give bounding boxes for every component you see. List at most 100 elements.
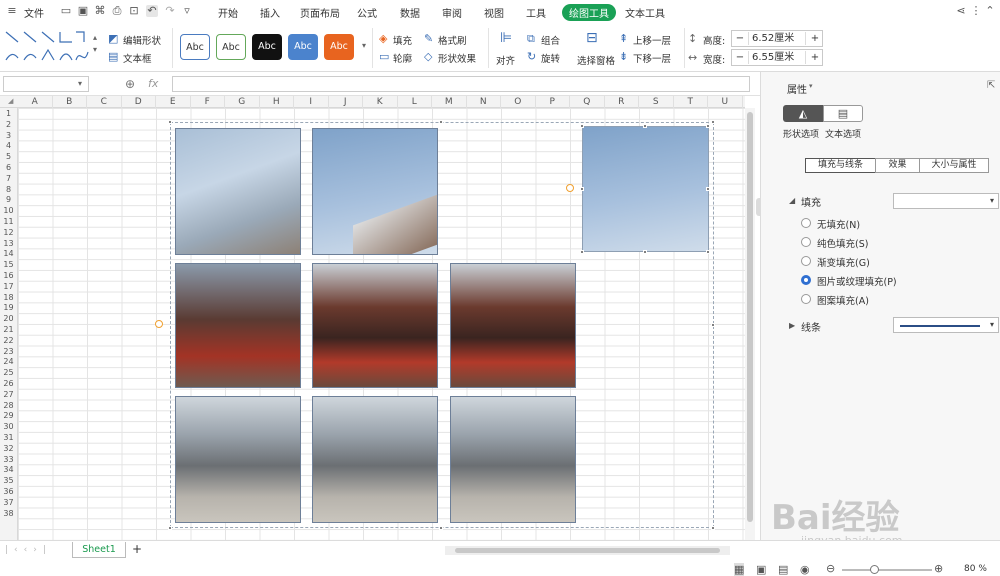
- column-header-cell[interactable]: Q: [570, 96, 605, 108]
- width-decrease-button[interactable]: −: [733, 50, 747, 65]
- quick-access-dropdown-icon[interactable]: ▿: [181, 5, 193, 17]
- row-header-cell[interactable]: 38: [0, 509, 17, 519]
- photo-crowd-right[interactable]: [450, 396, 576, 523]
- row-header-cell[interactable]: 13: [0, 239, 17, 249]
- sky-handle-n[interactable]: [643, 124, 647, 128]
- resize-handle-ne[interactable]: [711, 120, 715, 124]
- gallery-scroll-icon[interactable]: ▴ ▾: [93, 32, 97, 56]
- row-header-cell[interactable]: 20: [0, 314, 17, 324]
- tab-review[interactable]: 审阅: [442, 5, 462, 20]
- sky-handle-s[interactable]: [643, 250, 647, 254]
- shape-effect-button[interactable]: 形状效果: [438, 51, 476, 65]
- row-header-cell[interactable]: 10: [0, 206, 17, 216]
- text-options-icon[interactable]: ▤: [823, 105, 863, 122]
- tab-home[interactable]: 开始: [218, 5, 238, 20]
- zoom-slider-thumb[interactable]: [870, 565, 879, 574]
- column-header-cell[interactable]: N: [467, 96, 501, 108]
- print-icon[interactable]: ⎙: [111, 5, 123, 17]
- align-button[interactable]: 对齐: [496, 53, 515, 67]
- row-header-cell[interactable]: 24: [0, 357, 17, 367]
- outline-button[interactable]: 轮廓: [393, 51, 412, 65]
- resize-handle-sw[interactable]: [168, 526, 172, 530]
- width-stepper[interactable]: − 6.55厘米 +: [731, 49, 823, 66]
- radio-pattern-fill[interactable]: [801, 294, 811, 304]
- panel-pin-icon[interactable]: ⇱: [987, 80, 995, 91]
- photo-temple-tree[interactable]: [175, 263, 301, 388]
- row-header-cell[interactable]: 21: [0, 325, 17, 335]
- share-icon[interactable]: ⋖: [955, 5, 967, 17]
- column-header-cell[interactable]: L: [398, 96, 432, 108]
- page-layout-view-icon[interactable]: ▣: [756, 563, 766, 576]
- resize-handle-n[interactable]: [439, 120, 443, 124]
- sky-handle-ne[interactable]: [706, 124, 710, 128]
- name-box[interactable]: ▾: [3, 76, 89, 92]
- edit-shape-button[interactable]: 编辑形状: [123, 33, 161, 47]
- row-header-cell[interactable]: 15: [0, 260, 17, 270]
- row-header-cell[interactable]: 23: [0, 347, 17, 357]
- format-brush-button[interactable]: 格式刷: [438, 33, 467, 47]
- zoom-slider[interactable]: [842, 565, 932, 574]
- column-header-cell[interactable]: F: [191, 96, 225, 108]
- row-header-cell[interactable]: 8: [0, 185, 17, 195]
- group-button[interactable]: 组合: [541, 33, 560, 47]
- resize-handle-e[interactable]: [711, 323, 715, 327]
- photo-temple-center[interactable]: [312, 263, 438, 388]
- column-header-cell[interactable]: E: [156, 96, 191, 108]
- row-header-cell[interactable]: 31: [0, 433, 17, 443]
- height-stepper[interactable]: − 6.52厘米 +: [731, 30, 823, 47]
- tab-page-layout[interactable]: 页面布局: [300, 5, 340, 20]
- style-gallery-more-icon[interactable]: ▾: [362, 40, 366, 52]
- fill-dropdown-arrow-icon[interactable]: ▾: [990, 196, 994, 205]
- row-header-cell[interactable]: 32: [0, 444, 17, 454]
- column-header-cell[interactable]: J: [329, 96, 363, 108]
- seg-fill-line[interactable]: 填充与线条: [805, 158, 876, 173]
- format-painter-icon[interactable]: ⌘: [94, 5, 106, 17]
- photo-crowd-left[interactable]: [175, 396, 301, 523]
- vertical-scroll-thumb[interactable]: [747, 112, 753, 522]
- row-header-cell[interactable]: 17: [0, 282, 17, 292]
- radio-gradient-fill[interactable]: [801, 256, 811, 266]
- label-gradient-fill[interactable]: 渐变填充(G): [817, 255, 870, 269]
- selection-pane-button[interactable]: 选择窗格: [577, 53, 615, 67]
- column-header-cell[interactable]: M: [432, 96, 467, 108]
- shape-style-4[interactable]: Abc: [288, 34, 318, 60]
- hamburger-menu-icon[interactable]: ≡: [6, 5, 18, 17]
- select-all-icon[interactable]: ◢: [8, 97, 13, 105]
- row-header-cell[interactable]: 35: [0, 476, 17, 486]
- row-header-cell[interactable]: 3: [0, 131, 17, 141]
- save-icon[interactable]: ▣: [77, 5, 89, 17]
- rotation-handle[interactable]: [155, 320, 163, 328]
- row-header-cell[interactable]: 33: [0, 455, 17, 465]
- seg-effect[interactable]: 效果: [875, 158, 920, 173]
- row-header-cell[interactable]: 29: [0, 411, 17, 421]
- text-box-button[interactable]: 文本框: [123, 51, 152, 65]
- collapse-ribbon-icon[interactable]: ⌃: [984, 5, 996, 17]
- tab-text-options[interactable]: 文本选项: [825, 127, 861, 140]
- formula-input[interactable]: [172, 76, 750, 92]
- column-header-cell[interactable]: I: [294, 96, 329, 108]
- radio-no-fill[interactable]: [801, 218, 811, 228]
- add-sheet-button[interactable]: +: [132, 542, 142, 556]
- normal-view-icon[interactable]: ▦: [734, 563, 745, 576]
- bring-forward-button[interactable]: 上移一层: [633, 33, 671, 47]
- column-header-cell[interactable]: C: [87, 96, 122, 108]
- row-header-cell[interactable]: 19: [0, 303, 17, 313]
- resize-handle-s[interactable]: [439, 526, 443, 530]
- row-header-cell[interactable]: 22: [0, 336, 17, 346]
- tab-data[interactable]: 数据: [400, 5, 420, 20]
- column-header-cell[interactable]: H: [260, 96, 294, 108]
- horizontal-scrollbar[interactable]: [445, 546, 730, 555]
- tab-shape-options[interactable]: 形状选项: [783, 127, 819, 140]
- shape-style-2[interactable]: Abc: [216, 34, 246, 60]
- open-folder-icon[interactable]: ▭: [60, 5, 72, 17]
- width-input[interactable]: 6.55厘米: [748, 51, 806, 64]
- fill-color-dropdown[interactable]: ▾: [893, 193, 999, 209]
- tab-text-tools[interactable]: 文本工具: [625, 5, 665, 20]
- fill-button[interactable]: 填充: [393, 33, 412, 47]
- column-header-cell[interactable]: P: [536, 96, 570, 108]
- photo-tree-branches[interactable]: [175, 128, 301, 255]
- row-header-cell[interactable]: 9: [0, 195, 17, 205]
- shape-options-icon[interactable]: ◭: [783, 105, 823, 122]
- vertical-scrollbar[interactable]: [745, 108, 755, 540]
- row-header-cell[interactable]: 7: [0, 174, 17, 184]
